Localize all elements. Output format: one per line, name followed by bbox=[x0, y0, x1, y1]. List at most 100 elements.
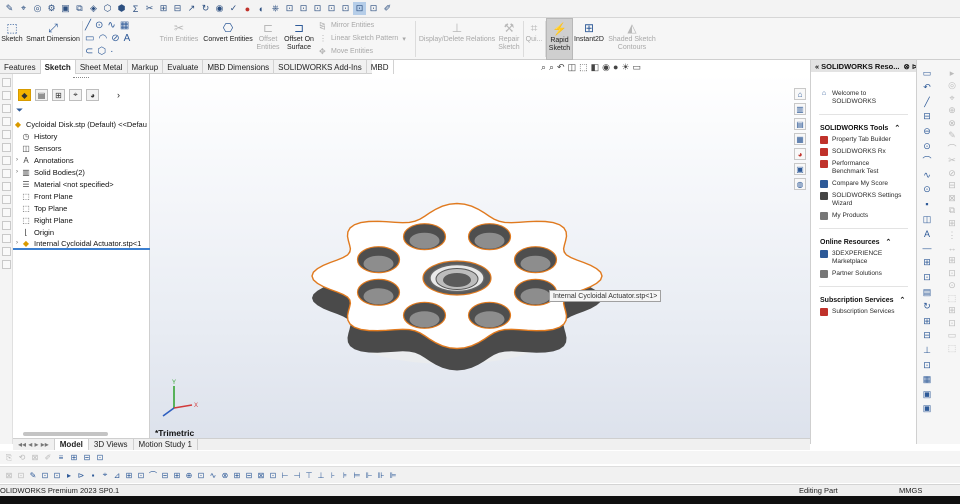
appearance-icon[interactable]: ◐ bbox=[255, 2, 268, 15]
task-pane-link[interactable]: SOLIDWORKS Settings Wizard bbox=[811, 192, 916, 208]
toolbar-icon[interactable]: ⊟ bbox=[160, 470, 170, 480]
task-pane-link[interactable]: 3DEXPERIENCE Marketplace bbox=[811, 250, 916, 266]
toolbar-icon[interactable]: ⊳ bbox=[76, 470, 86, 480]
arrow-icon[interactable]: ↗ bbox=[185, 2, 198, 15]
toolbar-icon[interactable]: ⊡ bbox=[40, 470, 50, 480]
horizontal-scrollbar[interactable] bbox=[23, 432, 108, 436]
sketch-tool-icon[interactable]: ↔ bbox=[947, 243, 957, 253]
view-7-icon[interactable]: ⊡ bbox=[367, 2, 380, 15]
text-icon[interactable]: A bbox=[124, 33, 131, 44]
sketch-entity-icon[interactable]: ⊡ bbox=[922, 272, 932, 282]
strip-icon-13[interactable] bbox=[2, 234, 11, 243]
units-text[interactable]: MMGS bbox=[899, 486, 922, 495]
sketch-entity-icon[interactable]: A bbox=[922, 229, 932, 239]
strip-icon-7[interactable] bbox=[2, 156, 11, 165]
tree-item[interactable]: ☰ Material <not specified> bbox=[13, 178, 150, 190]
sensor-icon[interactable]: ⎈ bbox=[269, 2, 282, 15]
sketch-tool-icon[interactable]: ⊟ bbox=[947, 180, 957, 191]
task-pane-link[interactable]: Performance Benchmark Test bbox=[811, 160, 916, 176]
sketch-entity-icon[interactable]: ↶ bbox=[922, 82, 932, 93]
sketch-tool-icon[interactable]: ⊞ bbox=[947, 305, 957, 316]
sketch-tool-icon[interactable]: ⊘ bbox=[947, 168, 957, 178]
display-delete-relations-button[interactable]: ⊥ Display/Delete Relations bbox=[418, 18, 496, 60]
bottom-tab-model[interactable]: Model bbox=[54, 439, 89, 450]
sketch-entity-icon[interactable]: — bbox=[922, 243, 932, 253]
toolbar-icon[interactable]: ⊫ bbox=[388, 470, 398, 480]
toolbar-icon[interactable]: ⊡ bbox=[16, 470, 26, 480]
view-5-icon[interactable]: ⊡ bbox=[339, 2, 352, 15]
offset-on-surface-button[interactable]: ⊐ Offset On Surface bbox=[281, 18, 317, 60]
strip-icon-6[interactable] bbox=[2, 143, 11, 152]
solidworks-forum-tab-icon[interactable]: ◍ bbox=[794, 178, 806, 190]
sketch-tool-icon[interactable]: ⬚ bbox=[947, 343, 957, 353]
convert-entities-button[interactable]: ⎔ Convert Entities bbox=[200, 18, 256, 60]
subscription-section-header[interactable]: Subscription Services ⌃ bbox=[811, 296, 916, 305]
sketch-entity-icon[interactable]: ▤ bbox=[922, 287, 932, 297]
property-manager-tab-icon[interactable]: ▤ bbox=[35, 89, 48, 101]
resources-tab-icon[interactable]: ▥ bbox=[794, 103, 806, 115]
strip-icon-11[interactable] bbox=[2, 208, 11, 217]
view-icon[interactable]: ⊡ bbox=[283, 2, 296, 15]
sketch-entity-icon[interactable]: ⊡ bbox=[922, 360, 932, 370]
sketch-entity-icon[interactable]: ⊥ bbox=[922, 345, 932, 355]
toolbar-icon[interactable]: ∿ bbox=[208, 470, 218, 480]
sketch-tool-icon[interactable]: ⧉ bbox=[947, 205, 957, 216]
toolbar-icon[interactable]: ⊗ bbox=[220, 470, 230, 480]
toolbar-icon[interactable]: ⌒ bbox=[148, 470, 158, 480]
strip-icon-4[interactable] bbox=[2, 117, 11, 126]
expand-arrow-icon[interactable]: › bbox=[13, 169, 21, 175]
task-pane-link[interactable]: Compare My Score bbox=[811, 180, 916, 188]
sketch-tool-icon[interactable]: ✎ bbox=[3, 2, 16, 15]
nav-arrows[interactable]: ◂◂ ◂ ▸ ▸▸ bbox=[13, 439, 55, 450]
toolbar-icon[interactable]: ⊿ bbox=[112, 470, 122, 480]
toolbar-icon[interactable]: ⊠ bbox=[256, 470, 266, 480]
sketch-tool-icon[interactable]: ⬚ bbox=[947, 293, 957, 303]
toolbar-icon[interactable]: ⊤ bbox=[304, 470, 314, 480]
view-3-icon[interactable]: ⊡ bbox=[311, 2, 324, 15]
rebuild-icon[interactable]: ↻ bbox=[199, 2, 212, 15]
display-style-icon[interactable]: ◧ bbox=[591, 62, 600, 73]
toolbar-icon[interactable]: ▪ bbox=[88, 470, 98, 480]
graphics-area[interactable]: Y X Internal Cycloidal Actuator.stp<1> *… bbox=[150, 74, 810, 438]
sketch-entity-icon[interactable]: ▪ bbox=[922, 199, 932, 209]
file-explorer-tab-icon[interactable]: ▦ bbox=[794, 133, 806, 145]
strip-icon-5[interactable] bbox=[2, 130, 11, 139]
sketch-entity-icon[interactable]: ⊙ bbox=[922, 184, 932, 195]
command-tab-mbd-dimensions[interactable]: MBD Dimensions bbox=[203, 60, 275, 74]
sketch-tool-icon[interactable]: ◎ bbox=[947, 80, 957, 91]
sketch-tool-icon[interactable]: ▭ bbox=[947, 330, 957, 341]
view-4-icon[interactable]: ⊡ bbox=[325, 2, 338, 15]
rectangle-icon[interactable]: ▭ bbox=[85, 33, 94, 44]
sketch-tool-icon[interactable]: ✎ bbox=[947, 130, 957, 141]
toolbar-icon[interactable]: ⊞ bbox=[232, 470, 242, 480]
tree-item[interactable]: › ◆ Internal Cycloidal Actuator.stp<1 bbox=[13, 238, 150, 250]
sketch-tool-icon[interactable]: ⊙ bbox=[947, 280, 957, 291]
polygon-icon[interactable]: ⬡ bbox=[97, 46, 106, 57]
grid-icon[interactable]: ▦ bbox=[120, 20, 129, 31]
instant2d-button[interactable]: ⊞ Instant2D bbox=[573, 18, 605, 60]
sketch-tool-icon[interactable]: ⊞ bbox=[947, 255, 957, 266]
tree-item[interactable]: › A Annotations bbox=[13, 154, 150, 166]
sum-icon[interactable]: Σ bbox=[129, 2, 142, 15]
appearances-tab-icon[interactable]: ◕ bbox=[794, 148, 806, 160]
sketch-entity-icon[interactable]: ▦ bbox=[922, 374, 932, 385]
sketch-tool-icon[interactable]: ⊕ bbox=[947, 105, 957, 116]
strip-icon-1[interactable] bbox=[2, 78, 11, 87]
toolbar-icon[interactable]: ⊢ bbox=[280, 470, 290, 480]
strip-icon-10[interactable] bbox=[2, 195, 11, 204]
fillet-icon[interactable]: ⊘ bbox=[111, 33, 119, 44]
quick-snaps-button[interactable]: ⌗ Qui... bbox=[524, 18, 544, 60]
home-tab-icon[interactable]: ⌂ bbox=[794, 88, 806, 100]
arc-icon[interactable]: ◠ bbox=[98, 33, 107, 44]
toolbar-icon[interactable]: ⊥ bbox=[316, 470, 326, 480]
toolbar-icon[interactable]: ⎘ bbox=[4, 453, 14, 463]
sketch-tool-icon[interactable]: ⋮ bbox=[947, 230, 957, 241]
slot-icon[interactable]: ⊂ bbox=[85, 46, 93, 57]
tree-item[interactable]: ⬚ Top Plane bbox=[13, 202, 150, 214]
circle-icon[interactable]: ⊙ bbox=[95, 20, 103, 31]
configuration-manager-tab-icon[interactable]: ⊞ bbox=[52, 89, 65, 101]
sketch-entity-icon[interactable]: ▭ bbox=[922, 68, 932, 78]
task-pane-link[interactable]: My Products bbox=[811, 212, 916, 220]
toolbar-icon[interactable]: ⊟ bbox=[244, 470, 254, 480]
toolbar-icon[interactable]: ⊪ bbox=[376, 470, 386, 480]
